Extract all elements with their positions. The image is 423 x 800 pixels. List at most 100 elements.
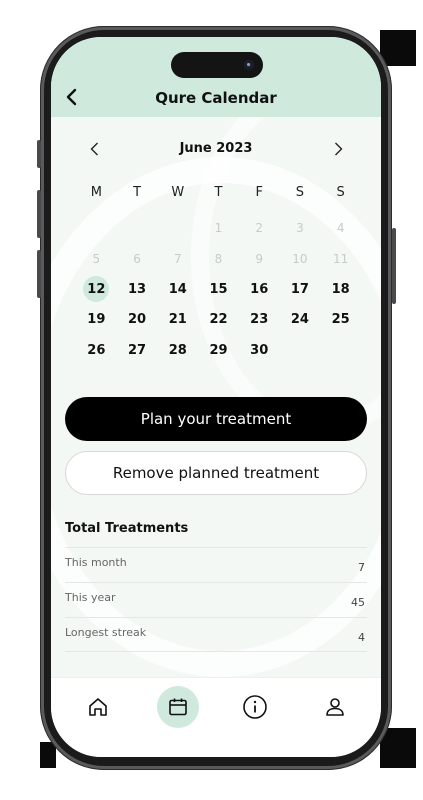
calendar-day-number: 28 [168, 342, 187, 358]
calendar-day[interactable]: 1 [198, 213, 239, 244]
calendar-day[interactable]: 14 [157, 274, 198, 305]
tab-calendar[interactable] [157, 686, 199, 728]
calendar-day[interactable]: 12 [76, 274, 117, 305]
calendar-day[interactable]: 26 [76, 335, 117, 366]
calendar-day[interactable]: 18 [320, 274, 361, 305]
calendar-day-number: 6 [133, 251, 141, 266]
weekday-label: W [171, 185, 185, 200]
dynamic-island [171, 52, 263, 78]
stat-value: 4 [358, 631, 365, 644]
chevron-right-icon [334, 142, 342, 156]
calendar-day[interactable]: 7 [157, 244, 198, 275]
page-title: Qure Calendar [155, 89, 277, 107]
calendar-icon [169, 698, 187, 716]
weekday-label: T [133, 185, 142, 200]
stat-value: 7 [358, 561, 365, 574]
calendar-grid: 1 2 3 4 5 6 7 8 9 10 11 12 13 14 15 16 17 18 19 20 21 22 23 24 2… [76, 213, 361, 366]
weekday-header: M T W T F S S [76, 185, 361, 200]
weekday-label: F [255, 185, 263, 200]
calendar-day[interactable]: 3 [280, 213, 321, 244]
calendar-day-number: 24 [290, 312, 309, 328]
calendar-day-number: 22 [209, 312, 228, 328]
stat-label: This month [65, 556, 127, 569]
calendar-day-number: 17 [290, 281, 309, 297]
stat-row-this-month: This month 7 [65, 547, 367, 582]
calendar-day[interactable]: 19 [76, 305, 117, 336]
calendar-day-number: 23 [250, 312, 269, 328]
calendar-day[interactable]: 13 [117, 274, 158, 305]
calendar-day-number: 3 [296, 221, 304, 236]
remove-treatment-button[interactable]: Remove planned treatment [65, 451, 367, 495]
calendar-day[interactable]: 28 [157, 335, 198, 366]
calendar-day[interactable]: 5 [76, 244, 117, 275]
stat-label: This year [65, 591, 116, 604]
calendar-day[interactable]: 15 [198, 274, 239, 305]
calendar-day[interactable]: 6 [117, 244, 158, 275]
calendar-day-number: 5 [92, 251, 101, 266]
calendar-day-number: 25 [331, 312, 350, 328]
side-button-volume-down [37, 250, 41, 298]
calendar-day[interactable]: 23 [239, 305, 280, 336]
calendar-empty-cell [76, 213, 117, 244]
tab-home[interactable] [77, 686, 119, 728]
weekday-label: S [295, 185, 305, 200]
calendar-day[interactable]: 29 [198, 335, 239, 366]
calendar-day[interactable]: 10 [280, 244, 321, 275]
calendar-day[interactable]: 20 [117, 305, 158, 336]
calendar-day[interactable]: 22 [198, 305, 239, 336]
weekday-label: T [214, 185, 223, 200]
next-month-button[interactable] [327, 137, 349, 161]
calendar-day[interactable]: 9 [239, 244, 280, 275]
calendar-day-number: 19 [87, 312, 106, 328]
calendar-day-number: 27 [128, 342, 147, 358]
calendar-day-number: 9 [255, 251, 264, 266]
calendar-day-number: 8 [214, 251, 223, 266]
calendar-day-number: 21 [168, 312, 187, 328]
side-button-volume-up [37, 190, 41, 238]
calendar-day[interactable]: 21 [157, 305, 198, 336]
corner-block-top-right [380, 30, 416, 66]
calendar-day[interactable]: 30 [239, 335, 280, 366]
calendar-day-number: 18 [331, 281, 350, 297]
calendar-empty-cell [117, 213, 158, 244]
stat-label: Longest streak [65, 626, 147, 639]
calendar-day-number: 10 [292, 251, 308, 266]
app-screen: Qure Calendar June 2023 M T W T F S S 12… [51, 37, 381, 757]
calendar-day[interactable]: 17 [280, 274, 321, 305]
calendar-day-number: 15 [209, 281, 228, 297]
info-icon [243, 695, 267, 719]
tab-info[interactable] [234, 686, 276, 728]
calendar-day[interactable]: 27 [117, 335, 158, 366]
calendar-day-number: 13 [128, 281, 147, 297]
calendar-day[interactable]: 16 [239, 274, 280, 305]
calendar-day-number: 30 [250, 342, 269, 358]
calendar-day-number: 20 [128, 312, 147, 328]
app-header: Qure Calendar [51, 37, 381, 117]
profile-icon [326, 698, 344, 716]
calendar-day-number: 4 [336, 221, 345, 236]
stat-value: 45 [351, 596, 365, 609]
calendar-day[interactable]: 4 [320, 213, 361, 244]
home-icon [89, 698, 107, 716]
calendar-day[interactable]: 25 [320, 305, 361, 336]
camera-icon [244, 60, 254, 70]
calendar-day-number: 16 [250, 281, 269, 297]
stat-row-longest-streak: Longest streak 4 [65, 617, 367, 652]
stat-row-this-year: This year 45 [65, 582, 367, 617]
main-content: June 2023 M T W T F S S 1 2 3 4 5 6 7 8 9 10 11 12 1… [51, 117, 381, 677]
treatment-stats: This month 7 This year 45 Longest streak… [65, 547, 367, 652]
plan-treatment-button[interactable]: Plan your treatment [65, 397, 367, 441]
tab-profile[interactable] [314, 686, 356, 728]
calendar-day[interactable]: 8 [198, 244, 239, 275]
calendar-day[interactable]: 11 [320, 244, 361, 275]
calendar-day-number: 14 [168, 281, 187, 297]
calendar-day-number: 7 [173, 251, 182, 266]
calendar-day[interactable]: 24 [280, 305, 321, 336]
calendar-day-number: 12 [87, 281, 106, 297]
weekday-label: S [336, 185, 345, 200]
bottom-tab-bar [51, 677, 381, 757]
calendar-day[interactable]: 2 [239, 213, 280, 244]
calendar-day-number: 11 [333, 251, 349, 266]
weekday-label: M [90, 185, 102, 200]
side-button-action [37, 140, 41, 168]
